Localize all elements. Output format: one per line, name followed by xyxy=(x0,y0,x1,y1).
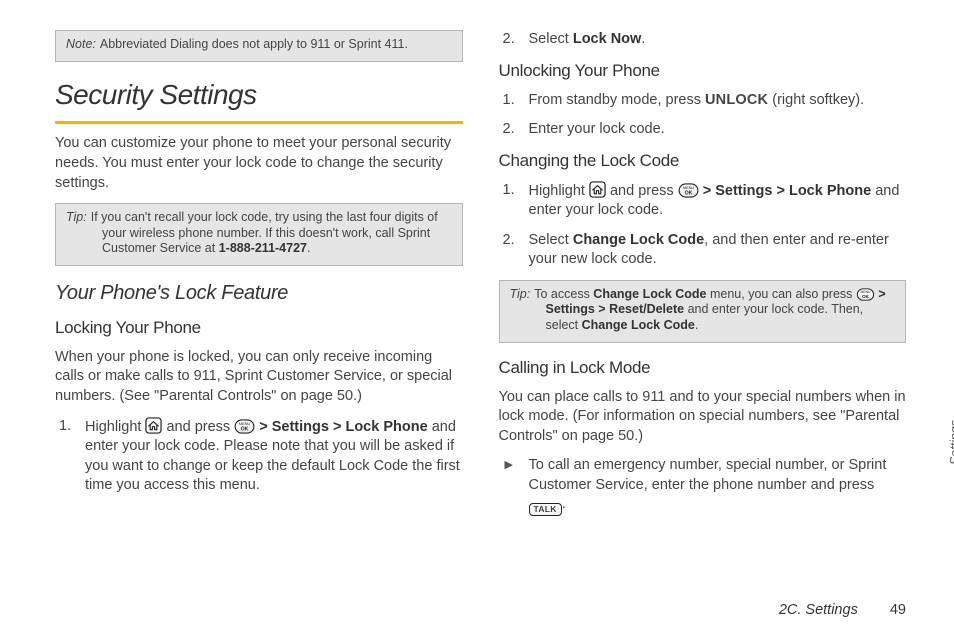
footer-section: 2C. Settings xyxy=(779,602,858,618)
menu-ok-icon xyxy=(856,288,875,301)
left-column: Note: Abbreviated Dialing does not apply … xyxy=(55,30,463,585)
changing-step-1: 1. Highlight and press > Settings > Lock… xyxy=(521,181,907,221)
locking-step-1: 1. Highlight and press > Settings > Lock… xyxy=(77,417,463,496)
heading-locking-your-phone: Locking Your Phone xyxy=(55,317,463,340)
page-number: 49 xyxy=(890,602,906,618)
page-footer: 2C. Settings 49 xyxy=(0,602,906,618)
note-text: Abbreviated Dialing does not apply to 91… xyxy=(100,37,408,51)
heading-security-settings: Security Settings xyxy=(55,76,463,114)
calling-bullets: To call an emergency number, special num… xyxy=(499,456,907,516)
tip-box-lockcode: Tip:If you can't recall your lock code, … xyxy=(55,203,463,266)
heading-lock-feature: Your Phone's Lock Feature xyxy=(55,280,463,307)
home-icon xyxy=(145,417,162,434)
note-box: Note: Abbreviated Dialing does not apply … xyxy=(55,30,463,62)
unlocking-step-1: 1. From standby mode, press UNLOCK (righ… xyxy=(521,91,907,111)
locking-paragraph: When your phone is locked, you can only … xyxy=(55,348,463,407)
calling-paragraph: You can place calls to 911 and to your s… xyxy=(499,388,907,447)
talk-key-icon: TALK xyxy=(529,503,562,516)
right-column: 2. Select Lock Now. Unlocking Your Phone… xyxy=(499,30,907,585)
page-columns: Note: Abbreviated Dialing does not apply … xyxy=(55,30,906,585)
note-label: Note: xyxy=(66,37,96,51)
menu-ok-icon xyxy=(678,183,699,198)
heading-rule xyxy=(55,121,463,124)
locking-steps: 1. Highlight and press > Settings > Lock… xyxy=(55,417,463,496)
changing-step-2: 2. Select Change Lock Code, and then ent… xyxy=(521,231,907,270)
heading-calling-lock-mode: Calling in Lock Mode xyxy=(499,357,907,380)
tip-label: Tip: xyxy=(66,210,87,224)
calling-bullet-1: To call an emergency number, special num… xyxy=(521,456,907,516)
tip-box-change-lock: Tip:To access Change Lock Code menu, you… xyxy=(499,280,907,343)
locking-step-2: 2. Select Lock Now. xyxy=(521,30,907,50)
menu-ok-icon xyxy=(234,419,255,434)
intro-paragraph: You can customize your phone to meet you… xyxy=(55,134,463,193)
home-icon xyxy=(589,181,606,198)
unlocking-steps: 1. From standby mode, press UNLOCK (righ… xyxy=(499,91,907,140)
changing-steps: 1. Highlight and press > Settings > Lock… xyxy=(499,181,907,270)
locking-steps-cont: 2. Select Lock Now. xyxy=(499,30,907,50)
side-tab-settings: Settings xyxy=(948,420,954,465)
tip-tail: . xyxy=(307,241,310,255)
heading-unlocking: Unlocking Your Phone xyxy=(499,60,907,83)
heading-changing-lock-code: Changing the Lock Code xyxy=(499,150,907,173)
unlocking-step-2: 2. Enter your lock code. xyxy=(521,120,907,140)
tip-phone-number: 1-888-211-4727 xyxy=(219,241,307,255)
